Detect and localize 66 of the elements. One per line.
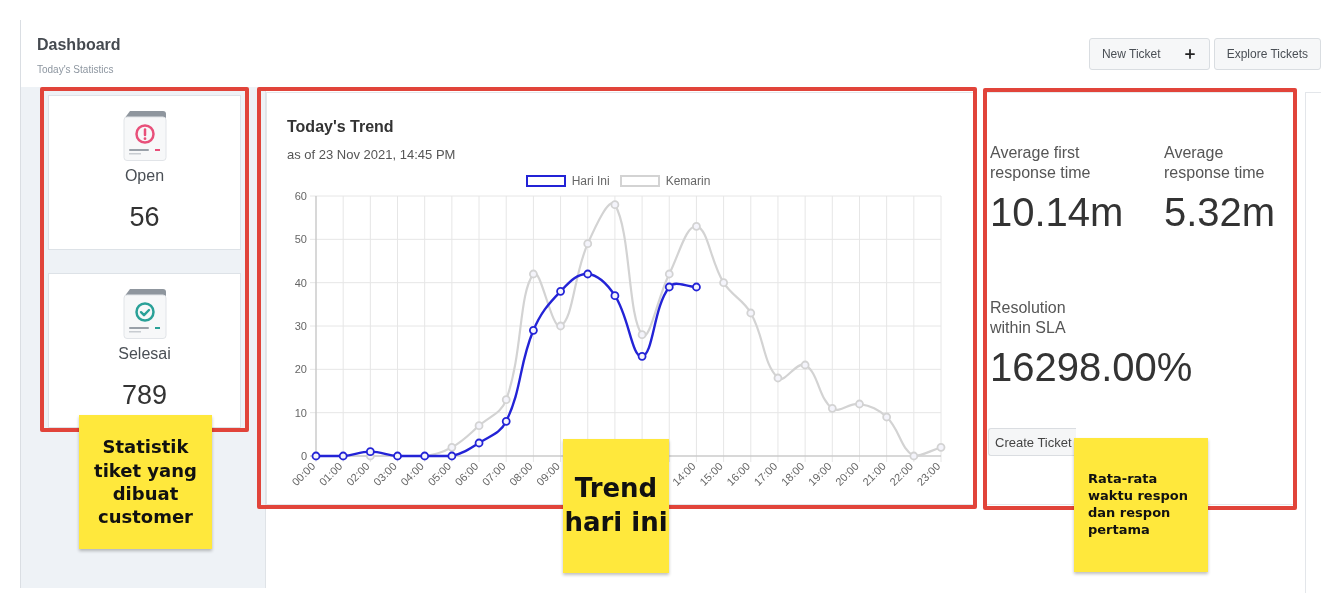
axis-tick-label: 10	[294, 406, 307, 419]
plus-icon	[1182, 47, 1197, 61]
header-button[interactable]: New Ticket	[1088, 38, 1210, 70]
data-point	[637, 330, 647, 340]
data-point	[882, 412, 892, 422]
data-point	[583, 269, 593, 279]
metric-label: Average response time	[1164, 143, 1266, 183]
data-point	[474, 421, 484, 431]
data-point	[556, 321, 565, 331]
data-point	[474, 438, 484, 448]
data-point	[827, 403, 837, 413]
page-title: Dashboard	[37, 36, 121, 54]
metric-label: Resolution within SLA	[990, 298, 1067, 338]
data-point	[311, 451, 321, 461]
data-point	[664, 282, 674, 292]
data-point	[447, 451, 457, 461]
data-point	[501, 416, 511, 426]
data-point	[936, 442, 946, 452]
data-point	[556, 286, 565, 296]
sticky-note: Rata-rata waktu respon dan respon pertama	[1074, 438, 1208, 572]
data-point	[420, 451, 430, 461]
data-point	[447, 442, 457, 452]
data-point	[664, 269, 674, 279]
axis-tick-label: 60	[294, 190, 307, 202]
ticket-alert-icon	[122, 111, 167, 161]
chart-title: Today's Trend	[287, 117, 395, 137]
data-point	[637, 351, 647, 361]
data-point	[800, 360, 810, 370]
legend-label: Hari Ini	[571, 174, 610, 188]
action-button[interactable]: Create Ticket	[988, 428, 1076, 456]
header-button[interactable]: Explore Tickets	[1213, 38, 1321, 70]
axis-tick-label: 0	[300, 450, 307, 462]
data-point	[692, 282, 701, 292]
data-point	[393, 451, 402, 461]
metric-value: 10.14m	[990, 189, 1124, 235]
data-point	[583, 239, 593, 249]
stat-label: Selesai	[118, 344, 171, 364]
data-point	[365, 447, 375, 457]
metric-label: Average first response time	[990, 143, 1092, 183]
axis-tick-label: 30	[294, 320, 307, 332]
ticket-check-icon	[122, 289, 167, 339]
data-point	[610, 291, 620, 301]
data-point	[529, 269, 538, 279]
stat-count: 789	[121, 380, 168, 410]
data-point	[692, 221, 701, 231]
data-point	[719, 278, 728, 288]
data-point	[909, 451, 919, 461]
data-point	[855, 399, 864, 409]
legend-label: Kemarin	[665, 174, 711, 188]
axis-tick-label: 50	[294, 233, 307, 246]
metric-value: 16298.00%	[990, 344, 1193, 390]
stat-count: 56	[129, 202, 160, 232]
chart-subtitle: as of 23 Nov 2021, 14:45 PM	[287, 147, 457, 163]
data-point	[501, 395, 511, 405]
data-point	[338, 451, 348, 461]
data-point	[746, 308, 756, 318]
axis-tick-label: 40	[294, 276, 307, 289]
stat-label: Open	[124, 166, 165, 186]
metric-value: 5.32m	[1164, 189, 1276, 235]
data-point	[610, 200, 620, 210]
data-point	[773, 373, 783, 383]
data-point	[529, 325, 538, 335]
sticky-note: Trend hari ini	[563, 439, 669, 573]
sticky-note: Statistik tiket yang dibuat customer	[79, 415, 212, 549]
page-subtitle: Today's Statistics	[37, 64, 114, 76]
axis-tick-label: 20	[294, 363, 307, 376]
